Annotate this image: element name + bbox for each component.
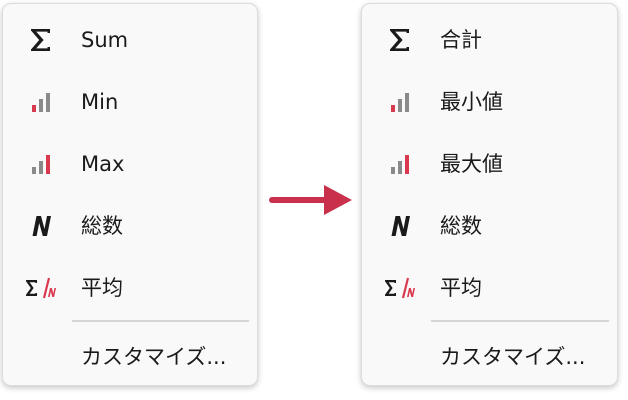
menu-item-count[interactable]: 総数 xyxy=(3,195,257,257)
max-bars-icon xyxy=(23,146,59,182)
menu-item-min[interactable]: 最小値 xyxy=(362,71,617,133)
customize-label: カスタマイズ... xyxy=(81,344,227,369)
menu-item-max[interactable]: 最大値 xyxy=(362,133,617,195)
right-arrow-icon xyxy=(269,185,352,215)
average-icon xyxy=(23,270,59,306)
min-bars-icon xyxy=(382,84,418,120)
menu-item-sum[interactable]: 合計 xyxy=(362,9,617,71)
menu-item-max[interactable]: Max xyxy=(3,133,257,195)
menu-item-average[interactable]: 平均 xyxy=(3,257,257,319)
count-n-icon xyxy=(382,208,418,244)
average-icon xyxy=(382,270,418,306)
aggregate-menu-english: Sum Min Max 総数 平均 カスタマイズ... xyxy=(2,3,258,386)
menu-item-customize[interactable]: カスタマイズ... xyxy=(362,326,617,388)
count-n-icon xyxy=(23,208,59,244)
menu-item-count[interactable]: 総数 xyxy=(362,195,617,257)
menu-item-label: Sum xyxy=(81,27,129,52)
menu-item-label: 平均 xyxy=(440,275,482,300)
min-bars-icon xyxy=(23,84,59,120)
menu-item-sum[interactable]: Sum xyxy=(3,9,257,71)
max-bars-icon xyxy=(382,146,418,182)
menu-item-label: 総数 xyxy=(440,213,482,238)
menu-separator xyxy=(72,320,249,322)
menu-item-label: Max xyxy=(81,151,125,176)
sigma-icon xyxy=(382,22,418,58)
menu-item-label: Min xyxy=(81,89,119,114)
aggregate-menu-japanese: 合計 最小値 最大値 総数 平均 カスタマイズ... xyxy=(361,3,618,386)
customize-label: カスタマイズ... xyxy=(440,344,586,369)
menu-item-label: 総数 xyxy=(81,213,123,238)
menu-item-average[interactable]: 平均 xyxy=(362,257,617,319)
menu-separator xyxy=(431,320,609,322)
menu-item-min[interactable]: Min xyxy=(3,71,257,133)
menu-item-label: 最大値 xyxy=(440,151,503,176)
menu-item-customize[interactable]: カスタマイズ... xyxy=(3,326,257,388)
menu-item-label: 合計 xyxy=(440,27,482,52)
comparison-stage: Sum Min Max 総数 平均 カスタマイズ... 合計 最小値 最大値 総… xyxy=(0,0,628,400)
sigma-icon xyxy=(23,22,59,58)
menu-item-label: 平均 xyxy=(81,275,123,300)
menu-item-label: 最小値 xyxy=(440,89,503,114)
